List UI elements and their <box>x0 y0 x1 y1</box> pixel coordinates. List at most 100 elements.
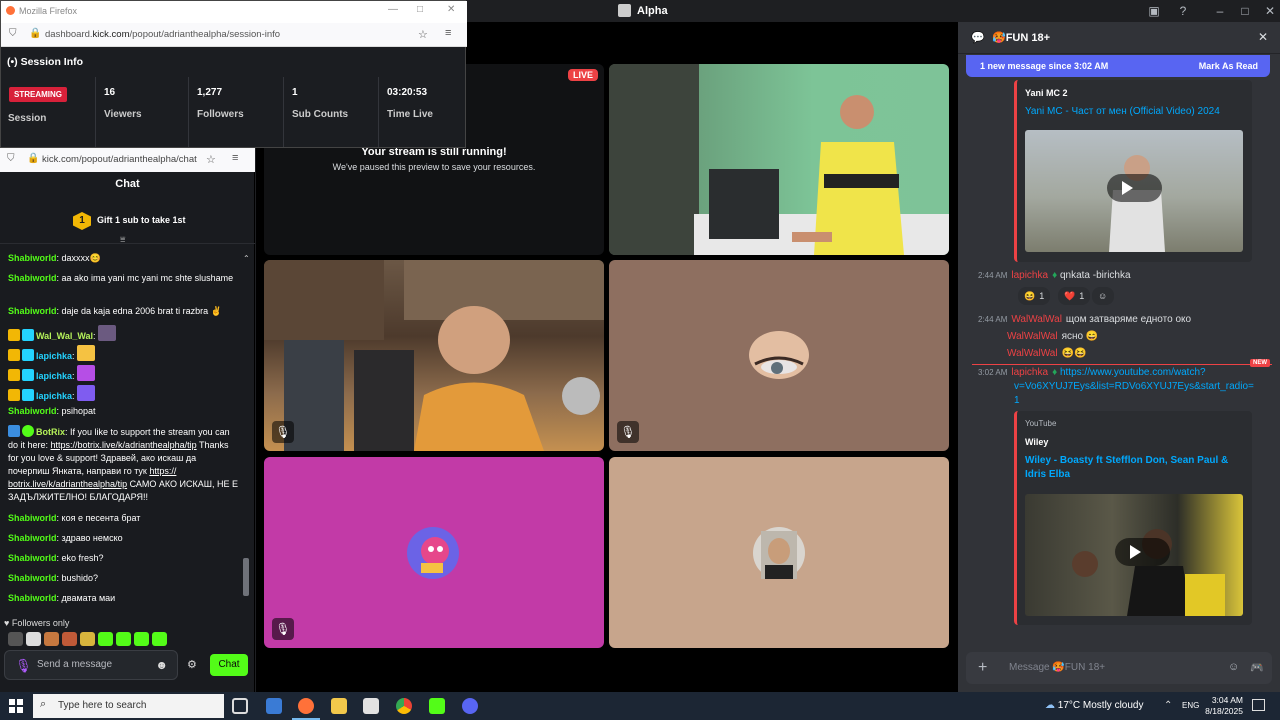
emoji-icon[interactable]: ☻ <box>155 658 168 672</box>
gift-sub-banner[interactable]: 1 Gift 1 sub to take 1st ⩸ ⌃ <box>0 198 255 263</box>
chat-message: Shabiworld: здраво немско <box>8 533 123 543</box>
eye-avatar-image <box>749 331 809 379</box>
video-tile-woman[interactable]: 🎙 <box>264 260 604 451</box>
bot-badge-icon <box>8 425 20 437</box>
tip-link[interactable]: https://botrix.live/k/adrianthealpha/tip <box>51 440 197 450</box>
send-message-input[interactable]: 🎙 Send a message ☻ <box>4 650 178 680</box>
stream-paused-message: Your stream is still running! We've paus… <box>332 146 536 172</box>
chrome-icon[interactable] <box>396 698 412 714</box>
add-reaction-icon[interactable]: ☺ <box>1092 287 1114 305</box>
minimize-button[interactable]: – <box>1212 3 1228 19</box>
video-thumbnail[interactable] <box>1025 130 1243 252</box>
webcam-woman-image <box>264 260 604 451</box>
send-chat-button[interactable]: Chat <box>210 654 248 676</box>
mark-as-read-button[interactable]: Mark As Read <box>1199 61 1258 71</box>
media-player-icon[interactable] <box>363 698 379 714</box>
plus-icon[interactable]: + <box>978 659 987 677</box>
chevron-up-icon[interactable]: ⌃ <box>1164 700 1172 711</box>
shield-icon[interactable]: ⛉ <box>7 153 15 164</box>
weather-widget[interactable]: ☁ 17°C Mostly cloudy <box>1045 700 1143 711</box>
close-chat-icon[interactable]: ✕ <box>1258 30 1268 44</box>
lock-icon[interactable]: 🔒 <box>27 153 39 164</box>
gamepad-icon[interactable]: 🎮 <box>1250 661 1264 674</box>
youtube-link[interactable]: https://www.youtube.com/watch? <box>1060 367 1206 378</box>
microphone-icon[interactable]: 🎙 <box>15 658 32 674</box>
video-tile-man[interactable] <box>609 64 949 255</box>
file-explorer-icon[interactable] <box>331 698 347 714</box>
firefox-url-bar[interactable]: ⛉ 🔒 dashboard.kick.com/popout/adrianthea… <box>1 23 467 47</box>
emote-icon[interactable] <box>80 632 95 646</box>
emote-icon[interactable] <box>62 632 77 646</box>
maximize-button[interactable]: □ <box>1237 3 1253 19</box>
webcam-man-image <box>609 64 949 255</box>
emote-icon[interactable] <box>152 632 167 646</box>
message-input[interactable]: + Message 🥵FUN 18+ ☺ 🎮 <box>966 652 1272 684</box>
video-tile-pink-avatar[interactable]: 🎙 <box>264 457 604 648</box>
start-button[interactable] <box>9 699 23 713</box>
chat-message: Shabiworld: daje da kaja edna 2006 brat … <box>8 306 222 316</box>
kick-app-icon[interactable] <box>429 698 445 714</box>
help-icon[interactable]: ? <box>1175 3 1191 19</box>
lock-icon[interactable]: 🔒 <box>29 28 41 39</box>
maximize-button[interactable]: □ <box>417 4 423 15</box>
video-tile-eye-avatar[interactable]: 🎙 <box>609 260 949 451</box>
channel-title: 🥵FUN 18+ <box>992 32 1051 44</box>
kick-url-bar[interactable]: ⛉ 🔒 kick.com/popout/adrianthealpha/chat … <box>0 148 255 172</box>
gift-rank-badge: 1 <box>73 212 91 230</box>
task-view-icon[interactable] <box>232 698 248 714</box>
windows-taskbar: ⌕ Type here to search ☁ 17°C Mostly clou… <box>0 692 1280 720</box>
verified-badge-icon <box>22 425 34 437</box>
new-messages-banner[interactable]: 1 new message since 3:02 AM Mark As Read <box>966 55 1270 77</box>
shield-icon[interactable]: ⛉ <box>9 28 17 39</box>
chat-message-cont: v=Vo6XYUJ7Eys&list=RDVo6XYUJ7Eys&start_r… <box>1014 381 1254 392</box>
discord-titlebar: Alpha ▣ ? – □ ✕ <box>466 0 1280 22</box>
emote-icon <box>77 365 96 381</box>
star-icon[interactable]: ☆ <box>418 28 428 41</box>
emote-icon[interactable] <box>44 632 59 646</box>
broadcast-icon: (•) <box>7 56 18 68</box>
kick-chat-window: ⛉ 🔒 kick.com/popout/adrianthealpha/chat … <box>0 148 255 692</box>
stat-sub-counts: 1 Sub Counts <box>283 77 377 147</box>
reaction-heart[interactable]: ❤️ 1 <box>1058 287 1091 305</box>
emote-icon[interactable] <box>8 632 23 646</box>
embed-title-link[interactable]: Wiley - Boasty ft Stefflon Don, Sean Pau… <box>1025 455 1228 466</box>
muted-mic-icon: 🎙 <box>272 421 294 443</box>
new-tag: NEW <box>1250 359 1270 367</box>
inbox-icon[interactable]: ▣ <box>1146 3 1162 19</box>
chat-scrollbar[interactable] <box>243 558 249 596</box>
emote-bar <box>8 632 167 646</box>
cloud-icon: ☁ <box>1045 700 1055 711</box>
reaction-laugh[interactable]: 😆 1 <box>1018 287 1051 305</box>
emote-icon <box>98 325 117 341</box>
emote-icon[interactable] <box>116 632 131 646</box>
close-button[interactable]: ✕ <box>1262 3 1278 19</box>
crown-badge-icon <box>8 389 20 401</box>
gear-icon[interactable]: ⚙ <box>187 658 197 671</box>
embed-title-link[interactable]: Yani MC - Част от мен (Official Video) 2… <box>1025 106 1220 117</box>
clock[interactable]: 3:04 AM 8/18/2025 <box>1203 695 1243 717</box>
language-indicator[interactable]: ENG <box>1182 701 1199 710</box>
chat-message: lapichka: <box>8 345 240 363</box>
emote-icon[interactable] <box>98 632 113 646</box>
video-thumbnail[interactable] <box>1025 494 1243 616</box>
close-button[interactable]: ✕ <box>447 4 455 15</box>
crown-badge-icon <box>8 369 20 381</box>
taskbar-search-input[interactable]: ⌕ Type here to search <box>33 694 224 718</box>
video-tile-beige-avatar[interactable] <box>609 457 949 648</box>
discord-taskbar-icon[interactable] <box>462 698 478 714</box>
emoji-icon[interactable]: ☺ <box>1228 661 1239 673</box>
menu-icon[interactable]: ≡ <box>445 27 451 39</box>
star-icon[interactable]: ☆ <box>206 153 216 166</box>
pin-icon[interactable]: ⩸ <box>120 234 125 245</box>
menu-icon[interactable]: ≡ <box>232 152 238 164</box>
app-icon[interactable] <box>266 698 282 714</box>
chat-bubble-icon: 💬 <box>971 32 985 44</box>
notifications-icon[interactable] <box>1252 699 1265 711</box>
emote-icon[interactable] <box>134 632 149 646</box>
youtube-embed-wiley: YouTube Wiley Wiley - Boasty ft Stefflon… <box>1014 411 1252 625</box>
chat-message: WalWalWal 😆😆 <box>1007 348 1087 359</box>
collapse-icon[interactable]: ⌃ <box>243 254 250 263</box>
minimize-button[interactable]: — <box>388 4 398 15</box>
firefox-taskbar-icon[interactable] <box>298 698 314 714</box>
emote-icon[interactable] <box>26 632 41 646</box>
